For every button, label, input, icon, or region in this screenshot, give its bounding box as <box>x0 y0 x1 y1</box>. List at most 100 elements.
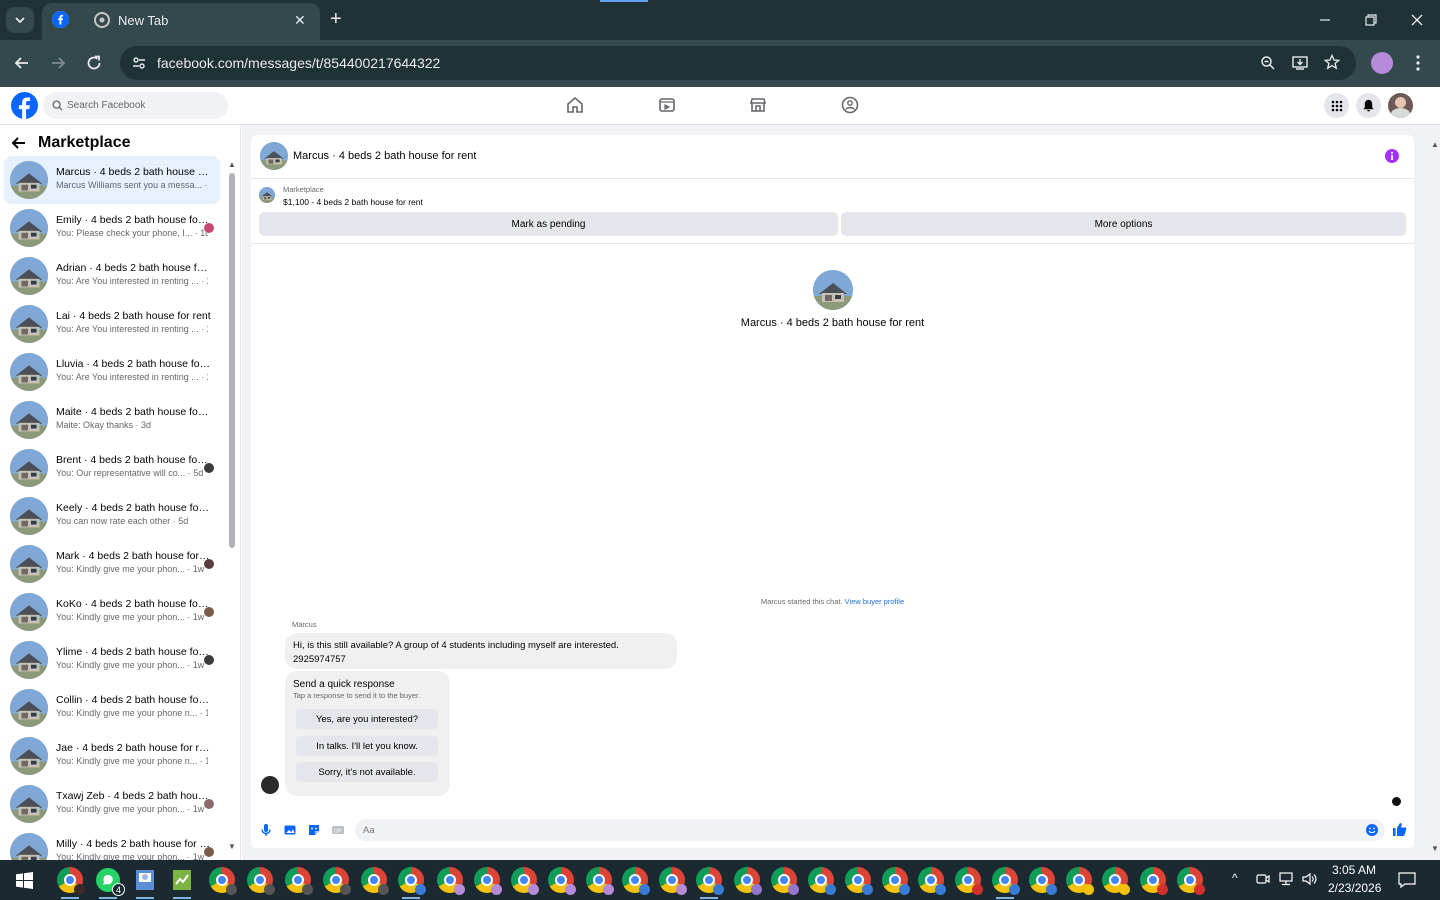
nav-groups-button[interactable] <box>840 95 860 115</box>
sticker-icon[interactable] <box>307 823 321 837</box>
facebook-search-input[interactable]: Search Facebook <box>43 92 228 119</box>
chrome-taskbar-icon[interactable] <box>771 867 799 895</box>
conversation-item[interactable]: Jae · 4 beds 2 bath house for rent You: K… <box>4 732 220 780</box>
conversation-item[interactable]: Milly · 4 beds 2 bath house for rent You:… <box>4 828 220 860</box>
address-bar[interactable]: facebook.com/messages/t/854400217644322 <box>120 46 1356 80</box>
chrome-taskbar-icon[interactable] <box>132 867 158 893</box>
facebook-logo-icon[interactable] <box>11 92 38 119</box>
chrome-taskbar-icon[interactable] <box>398 867 426 895</box>
site-info-icon[interactable] <box>131 55 147 71</box>
chrome-taskbar-icon[interactable] <box>1177 867 1205 895</box>
menu-grid-button[interactable] <box>1324 93 1349 118</box>
chat-avatar[interactable] <box>260 142 288 170</box>
bookmark-star-icon[interactable] <box>1324 54 1340 70</box>
network-icon[interactable] <box>1278 872 1294 886</box>
chrome-taskbar-icon[interactable] <box>992 867 1020 895</box>
sidebar-scrollbar[interactable]: ▲ ▼ <box>228 160 236 851</box>
back-button[interactable] <box>13 54 31 72</box>
volume-icon[interactable] <box>1302 872 1318 886</box>
conversation-item[interactable]: Lai · 4 beds 2 bath house for rent You: A… <box>4 300 220 348</box>
listing-thumbnail[interactable] <box>259 187 275 203</box>
conversation-item[interactable]: Maite · 4 beds 2 bath house for rent Mait… <box>4 396 220 444</box>
notifications-center-icon[interactable] <box>1398 872 1416 888</box>
quick-response-in-talks[interactable]: In talks. I'll let you know. <box>296 736 438 756</box>
chrome-taskbar-icon[interactable] <box>247 867 275 895</box>
chrome-taskbar-icon[interactable] <box>548 867 576 895</box>
conversation-item[interactable]: Ylime · 4 beds 2 bath house for rent You:… <box>4 636 220 684</box>
chrome-taskbar-icon[interactable] <box>169 867 195 893</box>
tab-facebook-messages[interactable] <box>42 3 320 40</box>
chrome-taskbar-icon[interactable] <box>955 867 983 895</box>
tab-search-button[interactable] <box>6 7 34 33</box>
chrome-taskbar-icon[interactable] <box>1066 867 1094 895</box>
conversation-item[interactable]: KoKo · 4 beds 2 bath house for rent You: … <box>4 588 220 636</box>
chrome-taskbar-icon[interactable] <box>1102 867 1130 895</box>
zoom-icon[interactable] <box>1260 55 1276 71</box>
chrome-taskbar-icon[interactable] <box>57 867 85 895</box>
scroll-up-icon[interactable]: ▲ <box>228 160 236 169</box>
tray-overflow-icon[interactable]: ^ <box>1232 871 1238 885</box>
chrome-taskbar-icon[interactable] <box>361 867 389 895</box>
conversation-item[interactable]: Txawj Zeb · 4 beds 2 bath house for rent… <box>4 780 220 828</box>
scroll-down-icon[interactable]: ▼ <box>1431 844 1439 853</box>
sender-avatar[interactable] <box>261 776 279 794</box>
chrome-taskbar-icon[interactable] <box>622 867 650 895</box>
whatsapp-taskbar-icon[interactable]: 4 <box>95 867 125 896</box>
conversation-item[interactable]: Mark · 4 beds 2 bath house for rent You: … <box>4 540 220 588</box>
conversation-item[interactable]: Keely · 4 beds 2 bath house for rent You … <box>4 492 220 540</box>
profile-avatar[interactable] <box>1371 52 1393 74</box>
conversation-item[interactable]: Adrian · 4 beds 2 bath house for rent You… <box>4 252 220 300</box>
nav-video-button[interactable] <box>657 95 677 115</box>
chat-title[interactable]: Marcus · 4 beds 2 bath house for rent <box>293 150 476 162</box>
scroll-up-icon[interactable]: ▲ <box>1431 140 1439 149</box>
message-input[interactable] <box>355 819 1385 841</box>
account-avatar[interactable] <box>1388 93 1413 118</box>
install-app-icon[interactable] <box>1292 55 1308 71</box>
quick-response-not-available[interactable]: Sorry, it's not available. <box>296 762 438 782</box>
browser-menu-button[interactable] <box>1410 54 1426 72</box>
chrome-taskbar-icon[interactable] <box>882 867 910 895</box>
clock-date[interactable]: 2/23/2026 <box>1328 881 1381 895</box>
chrome-taskbar-icon[interactable] <box>696 867 724 895</box>
conversation-avatar[interactable] <box>813 270 853 310</box>
meet-icon[interactable] <box>1256 872 1270 886</box>
notifications-button[interactable] <box>1356 93 1381 118</box>
view-buyer-profile-link[interactable]: View buyer profile <box>845 597 904 606</box>
scrollbar-thumb[interactable] <box>229 173 235 548</box>
listing-price-title[interactable]: $1,100 - 4 beds 2 bath house for rent <box>283 197 423 207</box>
conversation-item[interactable]: Emily · 4 beds 2 bath house for rent You:… <box>4 204 220 252</box>
back-button[interactable] <box>11 135 27 151</box>
reload-button[interactable] <box>85 54 103 72</box>
chrome-taskbar-icon[interactable] <box>1029 867 1057 895</box>
photo-icon[interactable] <box>283 823 297 837</box>
nav-home-button[interactable] <box>565 95 585 115</box>
new-tab-button[interactable]: + <box>330 9 342 29</box>
chrome-taskbar-icon[interactable] <box>285 867 313 895</box>
clock-time[interactable]: 3:05 AM <box>1332 863 1376 877</box>
gif-icon[interactable]: GIF <box>331 823 345 837</box>
conversation-item[interactable]: Brent · 4 beds 2 bath house for rent You:… <box>4 444 220 492</box>
more-options-button[interactable]: More options <box>841 212 1406 236</box>
forward-button[interactable] <box>49 54 67 72</box>
conversation-item[interactable]: Lluvia · 4 beds 2 bath house for rent You… <box>4 348 220 396</box>
emoji-icon[interactable] <box>1365 823 1379 837</box>
chrome-taskbar-icon[interactable] <box>437 867 465 895</box>
minimize-window-button[interactable] <box>1315 10 1335 30</box>
chrome-taskbar-icon[interactable] <box>1140 867 1168 895</box>
mark-as-pending-button[interactable]: Mark as pending <box>259 212 838 236</box>
conversation-item[interactable]: Marcus · 4 beds 2 bath house for rent Mar… <box>4 156 220 204</box>
url-text[interactable]: facebook.com/messages/t/854400217644322 <box>157 55 440 71</box>
chrome-taskbar-icon[interactable] <box>808 867 836 895</box>
info-icon[interactable] <box>1384 148 1400 164</box>
incoming-message[interactable]: Hi, is this still available? A group of … <box>285 633 677 669</box>
chrome-taskbar-icon[interactable] <box>734 867 762 895</box>
microphone-icon[interactable] <box>259 823 273 837</box>
close-tab-icon[interactable]: ✕ <box>294 12 306 29</box>
chrome-taskbar-icon[interactable] <box>474 867 502 895</box>
chrome-taskbar-icon[interactable] <box>511 867 539 895</box>
conversation-item[interactable]: Collin · 4 beds 2 bath house for rent You… <box>4 684 220 732</box>
like-thumb-icon[interactable] <box>1392 822 1407 836</box>
chrome-taskbar-icon[interactable] <box>323 867 351 895</box>
chrome-taskbar-icon[interactable] <box>209 867 237 895</box>
start-button[interactable] <box>16 872 33 889</box>
